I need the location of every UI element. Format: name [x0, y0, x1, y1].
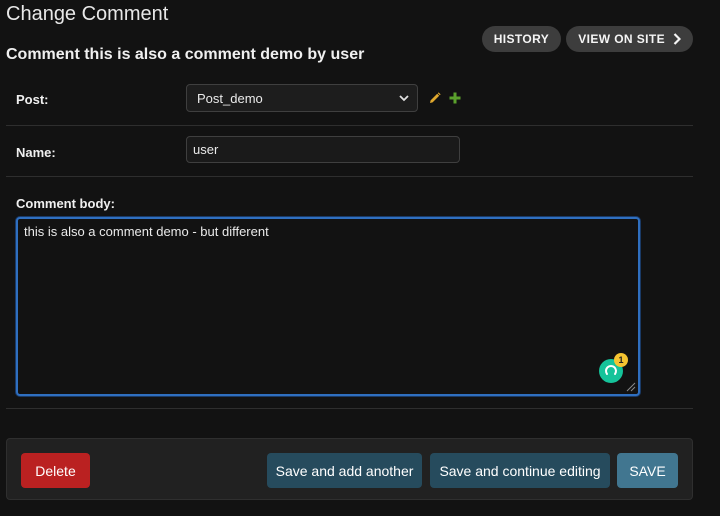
- page-title: Change Comment: [6, 3, 169, 25]
- name-input[interactable]: [186, 136, 460, 163]
- save-and-add-another-button[interactable]: Save and add another: [267, 453, 422, 488]
- row-divider: [6, 176, 693, 177]
- save-and-add-another-label: Save and add another: [275, 462, 414, 479]
- grammar-assistant-glyph: [605, 365, 617, 375]
- delete-button[interactable]: Delete: [21, 453, 90, 488]
- name-label: Name:: [16, 145, 56, 160]
- comment-body-label: Comment body:: [16, 196, 115, 211]
- object-tools: HISTORY VIEW ON SITE: [481, 26, 693, 52]
- resize-grip-icon[interactable]: [625, 381, 636, 392]
- view-on-site-button[interactable]: VIEW ON SITE: [566, 26, 693, 52]
- row-divider: [6, 125, 693, 126]
- chevron-down-icon: [399, 94, 409, 101]
- post-select[interactable]: Post_demo: [186, 84, 418, 112]
- save-and-continue-button[interactable]: Save and continue editing: [430, 453, 610, 488]
- pencil-icon[interactable]: [429, 92, 441, 104]
- comment-body-textarea[interactable]: this is also a comment demo - but differ…: [16, 217, 640, 396]
- history-button-label: HISTORY: [493, 32, 550, 46]
- object-subtitle: Comment this is also a comment demo by u…: [6, 46, 365, 63]
- row-divider: [6, 408, 693, 409]
- save-button[interactable]: SAVE: [617, 453, 678, 488]
- save-button-label: SAVE: [629, 462, 666, 479]
- delete-button-label: Delete: [35, 462, 76, 479]
- save-and-continue-label: Save and continue editing: [439, 462, 601, 479]
- view-on-site-label: VIEW ON SITE: [578, 32, 665, 46]
- history-button[interactable]: HISTORY: [481, 26, 562, 52]
- grammar-issue-count-badge: 1: [614, 353, 628, 367]
- submit-row: Delete Save and add another Save and con…: [6, 438, 693, 500]
- post-related-actions: [429, 92, 461, 104]
- post-label: Post:: [16, 92, 49, 107]
- chevron-right-icon: [673, 33, 681, 45]
- post-select-value: Post_demo: [197, 90, 263, 106]
- plus-icon[interactable]: [449, 92, 461, 104]
